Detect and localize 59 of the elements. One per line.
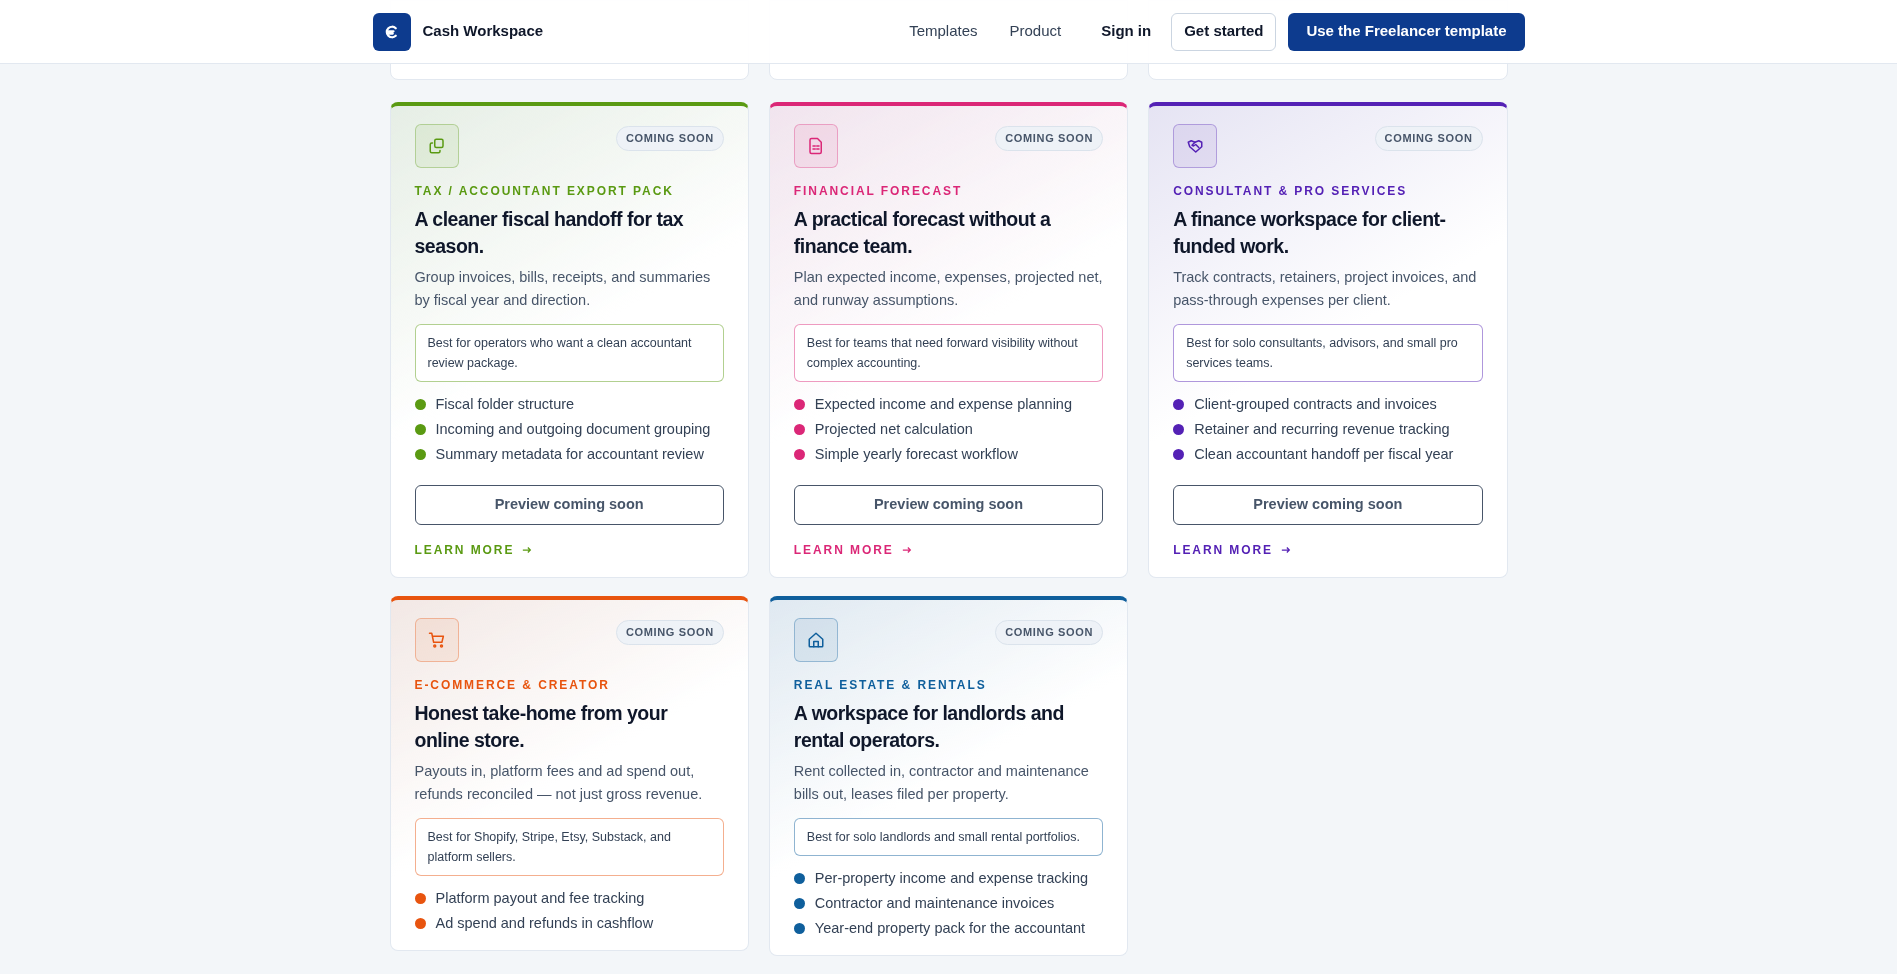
feature-item: Summary metadata for accountant review xyxy=(435,445,704,464)
status-badge: COMING SOON xyxy=(995,126,1104,151)
best-for-note: Best for operators who want a clean accountant review package. xyxy=(414,324,724,382)
best-for-note: Best for solo landlords and small rental portfolios. xyxy=(793,818,1104,856)
spreadsheet-icon xyxy=(806,137,825,155)
feature-item: Contractor and maintenance invoices xyxy=(814,894,1055,913)
card-title: Honest take-home from your online store. xyxy=(414,701,669,753)
feature-item: Fiscal folder structure xyxy=(435,395,575,414)
feature-item: Per-property income and expense tracking xyxy=(814,869,1089,888)
feature-item: Year-end property pack for the accountant xyxy=(814,919,1086,938)
category-label: FINANCIAL FORECAST xyxy=(793,183,964,200)
card-title: A finance workspace for client-funded work. xyxy=(1173,207,1447,259)
card-title: A cleaner fiscal handoff for tax season. xyxy=(414,207,685,259)
status-badge: COMING SOON xyxy=(615,126,724,151)
feature-item: Client-grouped contracts and invoices xyxy=(1194,395,1437,414)
preview-button[interactable]: Preview coming soon xyxy=(793,485,1104,525)
category-label: CONSULTANT & PRO SERVICES xyxy=(1173,183,1409,200)
freelancer-template-button[interactable]: Use the Freelancer template xyxy=(1288,12,1525,51)
best-for-note: Best for Shopify, Stripe, Etsy, Substack, and platform sellers. xyxy=(414,818,724,876)
arrow-icon xyxy=(1281,545,1292,555)
category-label: E-COMMERCE & CREATOR xyxy=(414,677,611,694)
card-description: Payouts in, platform fees and ad spend out, refunds reconciled — not just gross revenue. xyxy=(414,762,704,804)
preview-button[interactable]: Preview coming soon xyxy=(414,485,724,525)
feature-item: Ad spend and refunds in cashflow xyxy=(435,914,654,933)
feature-item: Platform payout and fee tracking xyxy=(435,889,645,908)
cart-icon xyxy=(427,631,446,649)
card-title: A workspace for landlords and rental operators. xyxy=(793,701,1065,753)
feature-item: Incoming and outgoing document grouping xyxy=(435,420,711,439)
feature-item: Retainer and recurring revenue tracking xyxy=(1194,420,1450,439)
feature-item: Expected income and expense planning xyxy=(814,395,1072,414)
status-badge: COMING SOON xyxy=(615,620,724,645)
learn-more-link[interactable]: LEARN MORE xyxy=(793,541,912,559)
learn-more-link[interactable]: LEARN MORE xyxy=(1173,541,1292,559)
card-description: Plan expected income, expenses, projected net, and runway assumptions. xyxy=(793,268,1104,310)
feature-item: Clean accountant handoff per fiscal year xyxy=(1194,445,1454,464)
card-title: A practical forecast without a finance team. xyxy=(793,207,1052,259)
status-badge: COMING SOON xyxy=(1374,126,1483,151)
logo-icon[interactable] xyxy=(372,12,411,51)
nav-link[interactable]: Templates xyxy=(909,20,978,43)
card-description: Group invoices, bills, receipts, and summaries by fiscal year and direction. xyxy=(414,268,712,310)
arrow-icon xyxy=(901,545,912,555)
sign-in-link[interactable]: Sign in xyxy=(1101,20,1152,43)
get-started-button[interactable]: Get started xyxy=(1171,12,1277,51)
arrow-icon xyxy=(522,545,533,555)
brand-name[interactable]: Cash Workspace xyxy=(422,20,544,43)
category-label: TAX / ACCOUNTANT EXPORT PACK xyxy=(414,183,675,200)
card-description: Rent collected in, contractor and maintenance bills out, leases filed per property. xyxy=(793,762,1090,804)
feature-item: Simple yearly forecast workflow xyxy=(814,445,1018,464)
status-badge: COMING SOON xyxy=(995,620,1104,645)
feature-item: Projected net calculation xyxy=(814,420,973,439)
preview-button[interactable]: Preview coming soon xyxy=(1173,485,1483,525)
handshake-icon xyxy=(1186,137,1205,155)
best-for-note: Best for teams that need forward visibility without complex accounting. xyxy=(793,324,1104,382)
card-description: Track contracts, retainers, project invoices, and pass-through expenses per client. xyxy=(1173,268,1478,310)
copy-icon xyxy=(427,137,446,155)
house-icon xyxy=(806,631,825,649)
best-for-note: Best for solo consultants, advisors, and small pro services teams. xyxy=(1173,324,1483,382)
category-label: REAL ESTATE & RENTALS xyxy=(793,677,988,694)
nav-link[interactable]: Product xyxy=(1009,20,1062,43)
